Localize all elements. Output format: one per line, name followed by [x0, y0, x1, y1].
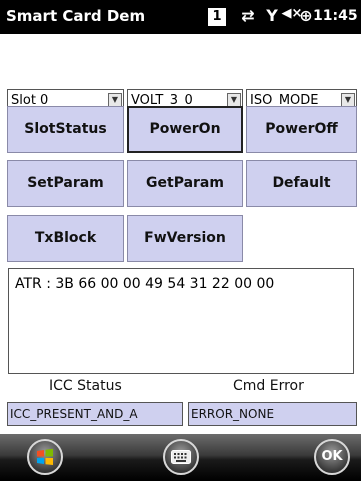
keyboard-icon	[171, 450, 191, 464]
chevron-down-icon[interactable]: ▼	[108, 93, 122, 107]
keyboard-button[interactable]	[163, 439, 199, 475]
windows-logo-icon	[37, 448, 53, 465]
chevron-down-icon[interactable]: ▼	[227, 93, 241, 107]
default-button[interactable]: Default	[246, 160, 357, 207]
app-title: Smart Card Dem	[6, 7, 146, 25]
slot-status-button[interactable]: SlotStatus	[7, 106, 124, 153]
icc-status-field: ICC_PRESENT_AND_A	[7, 402, 183, 426]
signal-icon[interactable]: Y	[262, 6, 282, 28]
cmd-error-field: ERROR_NONE	[188, 402, 357, 426]
notification-badge[interactable]: 1	[208, 8, 226, 26]
ok-button[interactable]: OK	[314, 439, 350, 475]
tx-block-button[interactable]: TxBlock	[7, 215, 124, 262]
chevron-down-icon[interactable]: ▼	[341, 93, 355, 107]
cmd-error-label: Cmd Error	[233, 378, 304, 394]
title-bar: Smart Card Dem 1 ⇄ Y ◀× ⊕ 11:45	[0, 0, 361, 34]
atr-output[interactable]: ATR : 3B 66 00 00 49 54 31 22 00 00	[8, 268, 354, 374]
icc-status-label: ICC Status	[49, 378, 122, 394]
power-off-button[interactable]: PowerOff	[246, 106, 357, 153]
get-param-button[interactable]: GetParam	[127, 160, 243, 207]
power-on-button[interactable]: PowerOn	[127, 106, 243, 153]
bottom-bar: OK	[0, 434, 361, 481]
clock[interactable]: 11:45	[313, 8, 358, 24]
fw-version-button[interactable]: FwVersion	[127, 215, 243, 262]
set-param-button[interactable]: SetParam	[7, 160, 124, 207]
sync-icon[interactable]: ⇄	[236, 6, 260, 28]
start-button[interactable]	[27, 439, 63, 475]
